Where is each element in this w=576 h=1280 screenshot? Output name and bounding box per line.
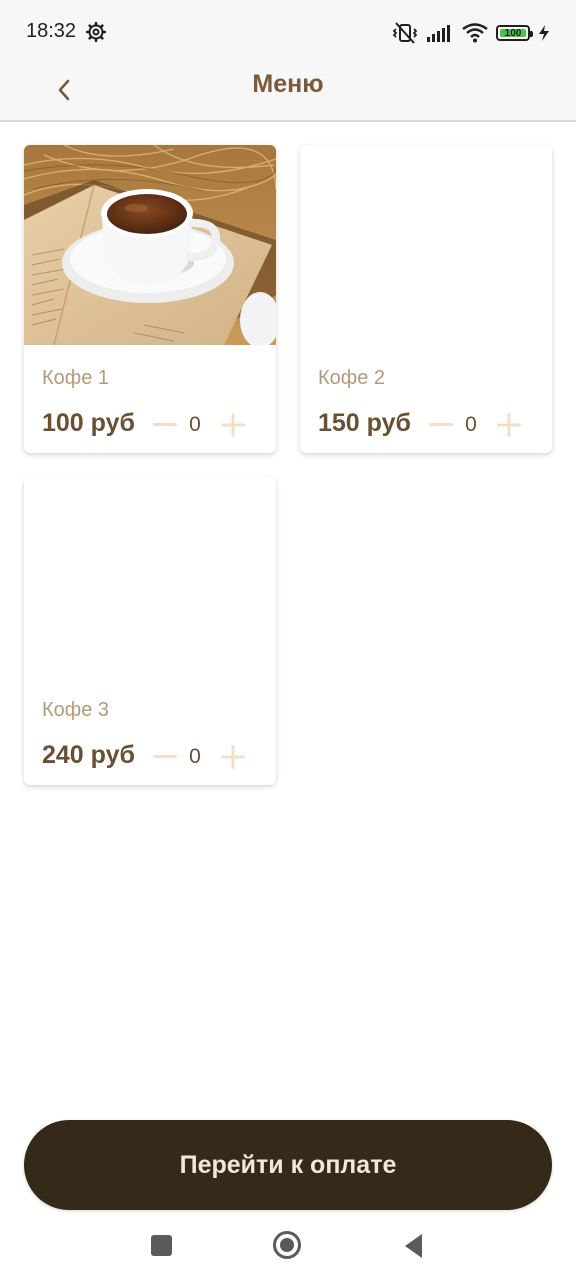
product-name: Кофе 3 [42,699,110,721]
increase-quantity-button[interactable] [220,743,246,771]
product-quantity: 0 [465,413,477,436]
decrease-quantity-button[interactable] [428,411,454,439]
status-bar: 18:32 100 [0,0,576,64]
increase-quantity-button[interactable] [496,411,522,439]
status-icons: 100 [392,20,550,46]
charging-icon [539,25,549,41]
increase-quantity-button[interactable] [220,411,246,439]
product-image [24,145,276,348]
recents-button[interactable] [151,1235,172,1256]
minus-icon [429,423,453,426]
product-card-2[interactable]: Кофе 2 150 руб 0 [300,145,552,453]
product-card-3[interactable]: Кофе 3 240 руб 0 [24,477,276,785]
signal-icon [427,25,450,42]
product-price: 240 руб [42,741,135,769]
system-navigation-bar [0,1224,576,1280]
wifi-icon [462,23,488,43]
minus-icon [153,423,177,426]
plus-icon [221,745,245,769]
system-back-button[interactable] [402,1232,424,1260]
battery-icon: 100 [496,25,533,41]
decrease-quantity-button[interactable] [152,743,178,771]
minus-icon [153,755,177,758]
plus-icon [221,413,245,437]
checkout-button[interactable]: Перейти к оплате [24,1120,552,1210]
status-time: 18:32 [26,20,77,42]
battery-level: 100 [504,28,522,39]
product-price: 150 руб [318,409,411,437]
product-name: Кофе 1 [42,367,110,389]
product-name: Кофе 2 [318,367,386,389]
settings-icon [86,22,106,42]
app-bar: Меню [0,64,576,122]
product-card-1[interactable]: Кофе 1 100 руб 0 [24,145,276,453]
home-button[interactable] [272,1230,302,1260]
product-quantity: 0 [189,413,201,436]
decrease-quantity-button[interactable] [152,411,178,439]
product-image-placeholder [24,477,276,677]
page-title: Меню [252,70,324,98]
vibrate-icon [392,22,418,44]
plus-icon [497,413,521,437]
product-price: 100 руб [42,409,135,437]
product-image-placeholder [300,145,552,345]
product-quantity: 0 [189,745,201,768]
